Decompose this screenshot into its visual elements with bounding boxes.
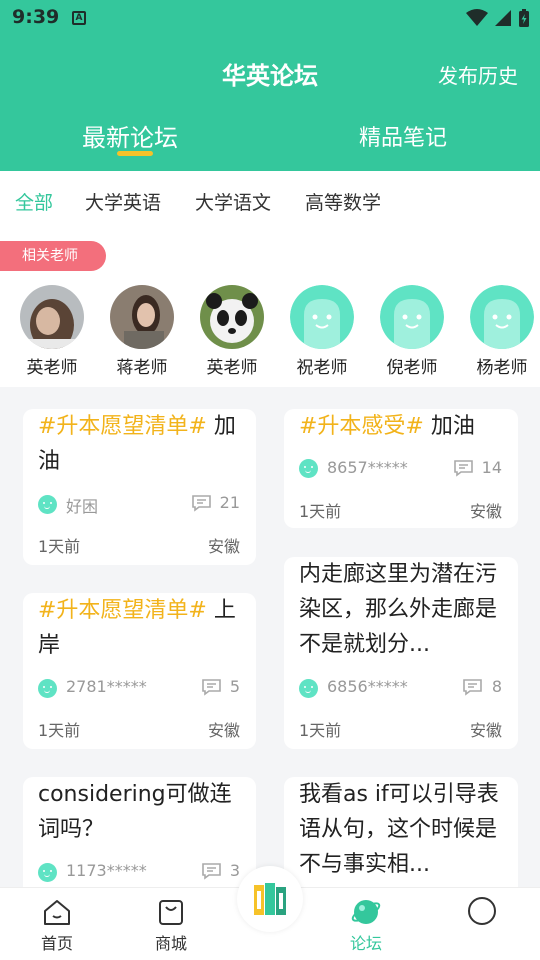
status-time: 9:39 <box>12 6 60 28</box>
post-location: 安徽 <box>207 537 240 556</box>
teacher-item[interactable]: 杨老师 <box>469 285 535 378</box>
related-teachers-label: 相关老师 <box>0 241 106 271</box>
post-location: 安徽 <box>207 721 240 740</box>
user-avatar-icon <box>38 863 57 882</box>
teacher-item[interactable]: 英老师 <box>19 285 85 378</box>
avatar <box>20 285 84 349</box>
post-title: #升本愿望清单# 加油 <box>38 414 236 474</box>
comment-count: 8 <box>491 677 502 696</box>
signal-icon <box>495 10 511 26</box>
nav-forum[interactable]: 论坛 <box>326 888 406 954</box>
comment-icon <box>202 863 221 880</box>
post-title: #升本感受# 加油 <box>299 414 475 439</box>
teacher-item[interactable]: 英老师 <box>199 285 265 378</box>
home-icon <box>17 897 97 927</box>
teacher-name: 英老师 <box>206 358 258 378</box>
category-all[interactable]: 全部 <box>15 188 53 215</box>
teacher-item[interactable]: 倪老师 <box>379 285 445 378</box>
comment-icon <box>463 679 482 696</box>
post-author: 1173***** <box>66 861 147 880</box>
post-location: 安徽 <box>469 721 502 740</box>
forum-screen: 9:39 A 华英论坛 发布历史 最新论坛 精品笔记 全部 大学英语 大学语文 … <box>0 0 540 960</box>
post-title: considering可做连词吗？ <box>38 782 232 842</box>
post-author: 好困 <box>66 497 99 516</box>
post-time: 1天前 <box>299 721 342 740</box>
post-card[interactable]: #升本愿望清单# 上岸 2781***** 5 1天前 安徽 <box>23 593 256 749</box>
tab-latest-forum[interactable]: 最新论坛 <box>82 118 178 153</box>
post-author: 8657***** <box>327 458 408 477</box>
nav-profile[interactable] <box>442 888 522 927</box>
publish-history-button[interactable]: 发布历史 <box>438 60 518 89</box>
post-title: #升本愿望清单# 上岸 <box>38 598 236 658</box>
post-title: 内走廊这里为潜在污染区，那么外走廊是不是就划分... <box>299 562 498 657</box>
post-card[interactable]: #升本感受# 加油 8657***** 14 1天前 安徽 <box>284 409 518 528</box>
center-logo-icon <box>254 883 286 915</box>
nav-label: 论坛 <box>349 934 382 953</box>
avatar <box>110 285 174 349</box>
teacher-name: 倪老师 <box>386 358 438 378</box>
default-avatar-icon <box>290 285 354 349</box>
post-time: 1天前 <box>38 537 81 556</box>
nav-label: 商城 <box>154 934 187 953</box>
default-avatar-icon <box>380 285 444 349</box>
comment-icon <box>202 679 221 696</box>
post-time: 1天前 <box>38 721 81 740</box>
category-college-chinese[interactable]: 大学语文 <box>195 188 271 215</box>
nav-shop[interactable]: 商城 <box>131 888 211 954</box>
center-logo-button[interactable] <box>237 866 303 932</box>
teacher-name: 祝老师 <box>296 358 348 378</box>
comment-count: 5 <box>229 677 240 696</box>
forum-planet-icon <box>326 897 406 927</box>
comment-count: 3 <box>229 861 240 880</box>
post-tag: #升本感受# <box>299 414 424 439</box>
shopping-bag-icon <box>131 897 211 927</box>
tab-indicator <box>117 151 153 156</box>
profile-icon <box>442 897 522 927</box>
post-author: 2781***** <box>66 677 147 696</box>
user-avatar-icon <box>38 495 57 514</box>
post-title: 我看as if可以引导表语从句，这个时候是不与事实相... <box>299 782 499 877</box>
post-tag: #升本愿望清单# <box>38 414 207 439</box>
comment-icon <box>454 460 473 477</box>
comment-count: 14 <box>481 458 502 477</box>
user-avatar-icon <box>38 679 57 698</box>
wifi-icon <box>466 9 488 26</box>
teacher-name: 蒋老师 <box>116 358 168 378</box>
teacher-item[interactable]: 祝老师 <box>289 285 355 378</box>
post-tag: #升本愿望清单# <box>38 598 207 623</box>
teacher-name: 英老师 <box>26 358 78 378</box>
status-icons <box>466 8 530 28</box>
comment-icon <box>192 495 211 512</box>
battery-icon <box>519 9 529 27</box>
user-avatar-icon <box>299 679 318 698</box>
nav-label: 首页 <box>40 934 73 953</box>
teacher-name: 杨老师 <box>476 358 528 378</box>
default-avatar-icon <box>470 285 534 349</box>
user-avatar-icon <box>299 459 318 478</box>
nav-home[interactable]: 首页 <box>17 888 97 954</box>
category-college-english[interactable]: 大学英语 <box>85 188 161 215</box>
accessibility-icon: A <box>72 11 86 25</box>
avatar <box>200 285 264 349</box>
post-time: 1天前 <box>299 502 342 521</box>
post-card[interactable]: #升本愿望清单# 加油 好困 21 1天前 安徽 <box>23 409 256 565</box>
teacher-item[interactable]: 蒋老师 <box>109 285 175 378</box>
post-card[interactable]: 内走廊这里为潜在污染区，那么外走廊是不是就划分... 6856***** 8 1… <box>284 557 518 749</box>
post-location: 安徽 <box>469 502 502 521</box>
header: 9:39 A 华英论坛 发布历史 最新论坛 精品笔记 <box>0 0 540 171</box>
tab-featured-notes[interactable]: 精品笔记 <box>359 120 447 152</box>
category-advanced-math[interactable]: 高等数学 <box>305 188 381 215</box>
comment-count: 21 <box>219 493 240 512</box>
post-author: 6856***** <box>327 677 408 696</box>
